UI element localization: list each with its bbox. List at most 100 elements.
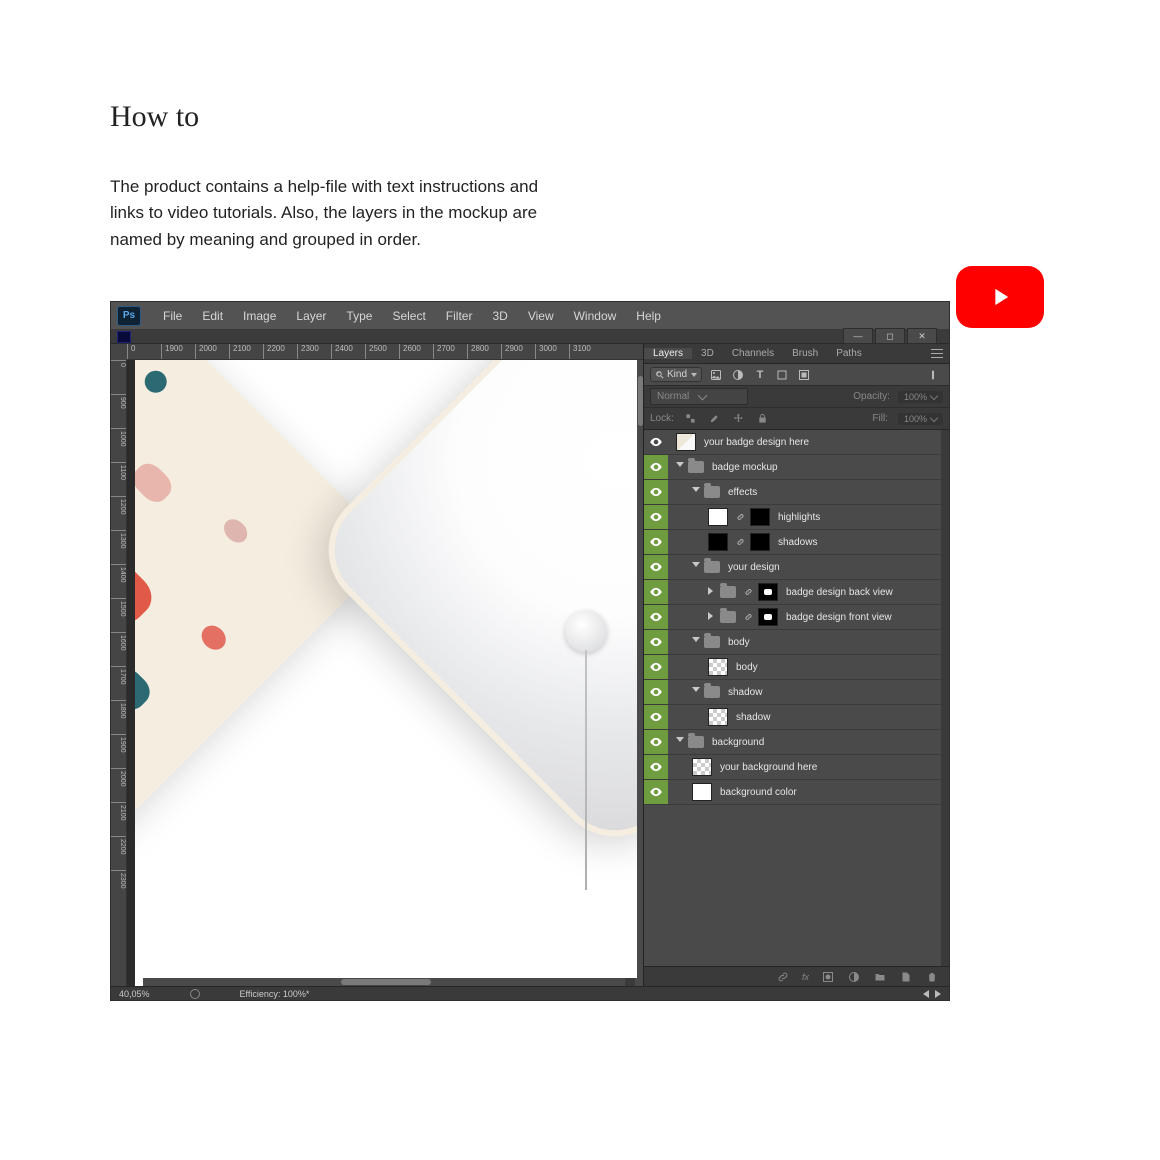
restore-button[interactable]: ◻ <box>875 328 905 344</box>
menu-type[interactable]: Type <box>336 309 382 323</box>
document-tab[interactable] <box>117 331 131 343</box>
close-button[interactable]: ✕ <box>907 328 937 344</box>
layer-name[interactable]: badge design front view <box>786 612 892 623</box>
layer-mask-thumb[interactable] <box>750 508 770 526</box>
scrollbar-horizontal[interactable] <box>143 978 637 986</box>
layer-thumb[interactable] <box>692 783 712 801</box>
panel-menu-icon[interactable] <box>931 347 943 359</box>
layer-row[interactable]: highlights <box>644 505 949 530</box>
layer-row[interactable]: badge design front view <box>644 605 949 630</box>
visibility-toggle[interactable] <box>644 555 668 579</box>
layer-name[interactable]: highlights <box>778 512 820 523</box>
layer-name[interactable]: effects <box>728 487 757 498</box>
layer-row[interactable]: your badge design here <box>644 430 949 455</box>
mask-add-icon[interactable] <box>821 970 835 984</box>
layer-row[interactable]: background color <box>644 780 949 805</box>
filter-smart-icon[interactable] <box>796 368 812 382</box>
visibility-toggle[interactable] <box>644 680 668 704</box>
layer-name[interactable]: your background here <box>720 762 817 773</box>
visibility-toggle[interactable] <box>644 705 668 729</box>
lock-transparency-icon[interactable] <box>684 412 698 426</box>
minimize-button[interactable]: — <box>843 328 873 344</box>
layer-list[interactable]: your badge design here badge mockup effect… <box>644 430 949 966</box>
layer-row[interactable]: effects <box>644 480 949 505</box>
panel-tab-paths[interactable]: Paths <box>827 348 871 359</box>
layer-name[interactable]: shadow <box>736 712 770 723</box>
youtube-button[interactable] <box>956 266 1044 328</box>
filter-shape-icon[interactable] <box>774 368 790 382</box>
layer-row[interactable]: background <box>644 730 949 755</box>
trash-icon[interactable] <box>925 970 939 984</box>
lock-position-icon[interactable] <box>732 412 746 426</box>
menu-filter[interactable]: Filter <box>436 309 483 323</box>
visibility-toggle[interactable] <box>644 580 668 604</box>
menu-edit[interactable]: Edit <box>192 309 233 323</box>
scrollbar-vertical[interactable] <box>637 360 643 986</box>
layer-row[interactable]: body <box>644 655 949 680</box>
link-layers-icon[interactable] <box>776 970 790 984</box>
visibility-toggle[interactable] <box>644 755 668 779</box>
layer-thumb[interactable] <box>692 758 712 776</box>
layer-row[interactable]: your background here <box>644 755 949 780</box>
next-frame-icon[interactable] <box>935 990 941 998</box>
menu-help[interactable]: Help <box>626 309 671 323</box>
visibility-toggle[interactable] <box>644 505 668 529</box>
panel-tab-brush[interactable]: Brush <box>783 348 827 359</box>
menu-view[interactable]: View <box>518 309 564 323</box>
layer-name[interactable]: shadow <box>728 687 762 698</box>
layer-mask-thumb[interactable] <box>758 583 778 601</box>
filter-type-icon[interactable]: T <box>752 368 768 382</box>
visibility-toggle[interactable] <box>644 430 668 454</box>
layer-row[interactable]: badge design back view <box>644 580 949 605</box>
menu-image[interactable]: Image <box>233 309 286 323</box>
lock-all-icon[interactable] <box>756 412 770 426</box>
layer-row[interactable]: shadow <box>644 705 949 730</box>
visibility-toggle[interactable] <box>644 480 668 504</box>
visibility-toggle[interactable] <box>644 780 668 804</box>
layer-thumb[interactable] <box>708 508 728 526</box>
panel-scrollbar[interactable] <box>942 432 948 612</box>
opacity-field[interactable]: 100% <box>898 391 943 403</box>
visibility-toggle[interactable] <box>644 630 668 654</box>
lock-paint-icon[interactable] <box>708 412 722 426</box>
panel-tab-layers[interactable]: Layers <box>644 348 692 359</box>
panel-tab-channels[interactable]: Channels <box>723 348 783 359</box>
layer-thumb[interactable] <box>676 433 696 451</box>
layer-row[interactable]: shadows <box>644 530 949 555</box>
layer-row[interactable]: badge mockup <box>644 455 949 480</box>
layer-thumb[interactable] <box>708 708 728 726</box>
fill-field[interactable]: 100% <box>898 413 943 425</box>
layer-name[interactable]: badge mockup <box>712 462 778 473</box>
visibility-toggle[interactable] <box>644 530 668 554</box>
layer-name[interactable]: background color <box>720 787 797 798</box>
blend-mode-select[interactable]: Normal <box>650 388 748 405</box>
fx-icon[interactable]: fx <box>802 972 809 982</box>
new-layer-icon[interactable] <box>899 970 913 984</box>
panel-tab-3d[interactable]: 3D <box>692 348 723 359</box>
layer-name[interactable]: your badge design here <box>704 437 809 448</box>
layer-name[interactable]: your design <box>728 562 780 573</box>
visibility-toggle[interactable] <box>644 455 668 479</box>
folder-add-icon[interactable] <box>873 970 887 984</box>
adjustment-add-icon[interactable] <box>847 970 861 984</box>
layer-name[interactable]: badge design back view <box>786 587 893 598</box>
layer-name[interactable]: body <box>728 637 750 648</box>
layer-mask-thumb[interactable] <box>750 533 770 551</box>
visibility-toggle[interactable] <box>644 730 668 754</box>
prev-frame-icon[interactable] <box>923 990 929 998</box>
filter-adjust-icon[interactable] <box>730 368 746 382</box>
filter-toggle-switch[interactable] <box>927 368 943 382</box>
layer-mask-thumb[interactable] <box>758 608 778 626</box>
filter-kind-select[interactable]: Kind <box>650 367 702 382</box>
filter-pixel-icon[interactable] <box>708 368 724 382</box>
menu-select[interactable]: Select <box>382 309 435 323</box>
menu-3d[interactable]: 3D <box>482 309 517 323</box>
layer-thumb[interactable] <box>708 658 728 676</box>
layer-row[interactable]: shadow <box>644 680 949 705</box>
layer-name[interactable]: body <box>736 662 758 673</box>
zoom-level[interactable]: 40,05% <box>119 989 150 999</box>
layer-thumb[interactable] <box>708 533 728 551</box>
canvas[interactable] <box>135 360 637 986</box>
visibility-toggle[interactable] <box>644 655 668 679</box>
layer-name[interactable]: shadows <box>778 537 817 548</box>
